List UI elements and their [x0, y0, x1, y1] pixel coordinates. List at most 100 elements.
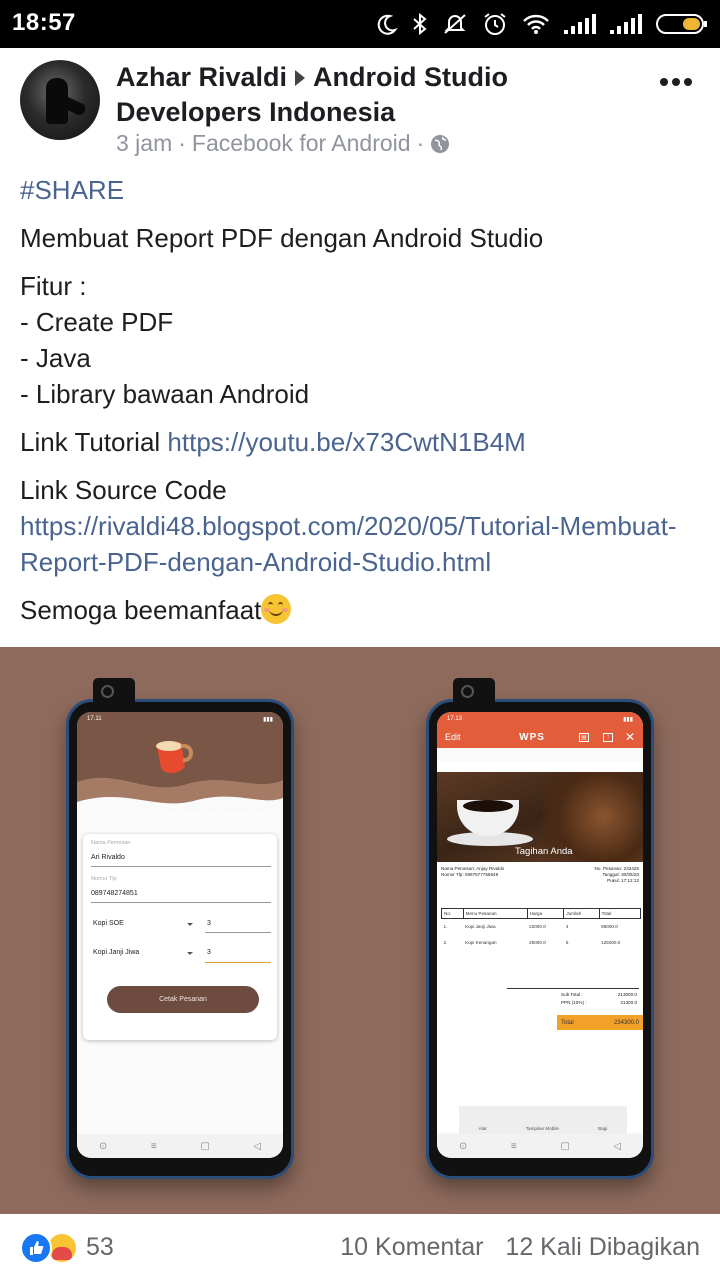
col-header: Menu Pesanan [462, 908, 528, 919]
col-header: No. [441, 908, 464, 919]
popup-camera [93, 678, 135, 702]
moon-icon [377, 14, 398, 35]
nav-back-icon[interactable]: ◁ [253, 1141, 261, 1152]
share-icon[interactable]: ↑ [602, 732, 613, 742]
nav-home-icon[interactable]: ▢ [560, 1141, 569, 1152]
app-header: 17.11 ▮▮▮ Yuk pesan Kopi sekarang juga! [77, 712, 283, 842]
phone-mockup-left: 17.11 ▮▮▮ Yuk pesan Kopi sekarang juga! N… [66, 678, 294, 1179]
status-time: 18:57 [12, 9, 76, 36]
convert-icon[interactable]: ▤ [578, 732, 589, 742]
nav-settings-icon[interactable]: ⊙ [459, 1141, 467, 1152]
order-number: No. Pesanan: 233425 [594, 866, 639, 871]
invoice-banner: Tagihan Anda [437, 772, 643, 862]
tool-mobile-view[interactable]: Tampilan Mobile [526, 1126, 559, 1131]
popup-camera [453, 678, 495, 702]
ppn-label: PPN (10%) : [561, 1000, 587, 1005]
table-cell: 25000.0 [529, 940, 546, 945]
table-cell: 88000.0 [601, 924, 618, 930]
post-image[interactable]: 17.11 ▮▮▮ Yuk pesan Kopi sekarang juga! N… [0, 647, 720, 1214]
features-block: Fitur : - Create PDF - Java - Library ba… [20, 268, 700, 412]
table-cell: 2. [443, 940, 448, 945]
divider [91, 902, 271, 903]
hashtag-link[interactable]: #SHARE [20, 172, 700, 208]
col-header: Harga [526, 908, 564, 919]
nav-home-icon[interactable]: ▢ [200, 1141, 209, 1152]
feature-item: - Create PDF [20, 307, 174, 337]
comments-count[interactable]: 10 Komentar [340, 1233, 483, 1262]
customer-info: Nama Pemesan: Anjay Rivaldo Nomor Tlp: 08… [441, 866, 504, 878]
order-time: Pukul: 17:12:13 [607, 878, 639, 883]
coffee-select-1[interactable]: Kopi SOE [93, 920, 124, 927]
wps-logo: WPS [519, 731, 545, 743]
author-avatar[interactable] [20, 60, 100, 140]
post-time[interactable]: 3 jam [116, 130, 172, 157]
table-row: 2. Kopi Kenangan 25000.0 5 125000.0 [442, 935, 641, 951]
tool-alat[interactable]: Alat [479, 1126, 487, 1131]
phone-status-bar: 17.13 ▮▮▮ [437, 712, 643, 726]
phone-status-bar: 17.11 ▮▮▮ [77, 712, 283, 726]
table-cell: 4 [565, 924, 569, 930]
phone-mockup-right: 17.13 ▮▮▮ Edit WPS ▤ ↑ ✕ Tagihan Anda Nam… [426, 678, 654, 1179]
author-name[interactable]: Azhar Rivaldi [116, 62, 287, 92]
post-title: Membuat Report PDF dengan Android Studio [20, 223, 544, 253]
phone-status-icons: ▮▮▮ [263, 716, 273, 723]
meta-separator: · [416, 130, 425, 156]
customer-name: Nama Pemesan: Anjay Rivaldo [441, 866, 505, 871]
name-field[interactable]: Ari Rivaldo [91, 854, 125, 861]
order-info: No. Pesanan: 233425 Tanggal: 30/05/20 Puku… [595, 866, 639, 884]
phone-label: Nomor Tlp [91, 876, 117, 882]
dropdown-arrow-icon[interactable] [187, 952, 193, 955]
table-cell: 5 [565, 940, 569, 945]
nav-menu-icon[interactable]: ≡ [151, 1141, 157, 1152]
phone-status-icons: ▮▮▮ [623, 716, 633, 723]
nav-menu-icon[interactable]: ≡ [511, 1141, 517, 1152]
feature-item: - Java [20, 343, 91, 373]
closing-text: Semoga beemanfaat [20, 595, 262, 625]
col-header: Total [598, 908, 642, 919]
shares-count[interactable]: 12 Kali Dibagikan [505, 1233, 700, 1262]
wps-toolbar: Edit WPS ▤ ↑ ✕ [437, 726, 643, 748]
qty-field-1[interactable]: 3 [207, 920, 211, 927]
customer-phone: Nomor Tlp: 0897677756849 [441, 872, 499, 877]
pdf-document: Tagihan Anda Nama Pemesan: Anjay Rivaldo… [437, 762, 643, 1132]
phone-status-time: 17.11 [87, 716, 102, 722]
more-options-icon[interactable] [660, 78, 692, 88]
table-cell: Kopi Kenangan [465, 940, 497, 945]
edit-button[interactable]: Edit [445, 732, 519, 742]
print-order-button[interactable]: Cetak Pesanan [107, 986, 259, 1013]
table-row: 1. Kopi Janji Jiwa 22000.0 4 88000.0 [442, 919, 641, 935]
reaction-count[interactable]: 53 [86, 1233, 114, 1262]
divider-active [205, 962, 271, 963]
coffee-app-screen: 17.11 ▮▮▮ Yuk pesan Kopi sekarang juga! N… [77, 712, 283, 1158]
wave-shape [77, 777, 283, 842]
table-cell: 1. [443, 924, 448, 930]
coffee-select-2[interactable]: Kopi Janji Jiwa [93, 949, 139, 956]
nav-back-icon[interactable]: ◁ [613, 1141, 621, 1152]
name-label: Nama Pemesan [91, 840, 131, 846]
pdf-viewer-screen: 17.13 ▮▮▮ Edit WPS ▤ ↑ ✕ Tagihan Anda Nam… [437, 712, 643, 1158]
total-label: Total [561, 1019, 574, 1026]
tutorial-link[interactable]: https://youtu.be/x73CwtN1B4M [167, 427, 525, 457]
close-icon[interactable]: ✕ [625, 730, 635, 744]
divider [91, 866, 271, 867]
table-header: No. Menu Pesanan Harga Jumlah Total [441, 908, 642, 919]
dropdown-arrow-icon[interactable] [187, 923, 193, 926]
author-line: Azhar Rivaldi Android Studio Developers I… [116, 60, 636, 130]
post-footer: 53 10 Komentar 12 Kali Dibagikan [0, 1214, 720, 1280]
features-heading: Fitur : [20, 271, 87, 301]
divider [205, 932, 271, 933]
phone-field[interactable]: 089748274851 [91, 890, 138, 897]
reactions[interactable] [20, 1230, 84, 1264]
table-cell: Kopi Janji Jiwa [465, 924, 496, 930]
coffee-cup-icon [156, 741, 193, 774]
total-value: 234300.0 [613, 1019, 639, 1026]
arrow-right-icon [295, 69, 306, 86]
order-form: Nama Pemesan Ari Rivaldo Nomor Tlp 08974… [83, 834, 277, 1040]
tool-share[interactable]: Bagi [598, 1126, 607, 1131]
qty-field-2[interactable]: 3 [207, 949, 211, 956]
nav-settings-icon[interactable]: ⊙ [99, 1141, 107, 1152]
source-link[interactable]: https://rivaldi48.blogspot.com/2020/05/T… [20, 511, 677, 577]
status-icons [376, 9, 708, 39]
invoice-title: Tagihan Anda [515, 846, 573, 857]
post-meta: 3 jam · Facebook for Android · [116, 130, 450, 157]
